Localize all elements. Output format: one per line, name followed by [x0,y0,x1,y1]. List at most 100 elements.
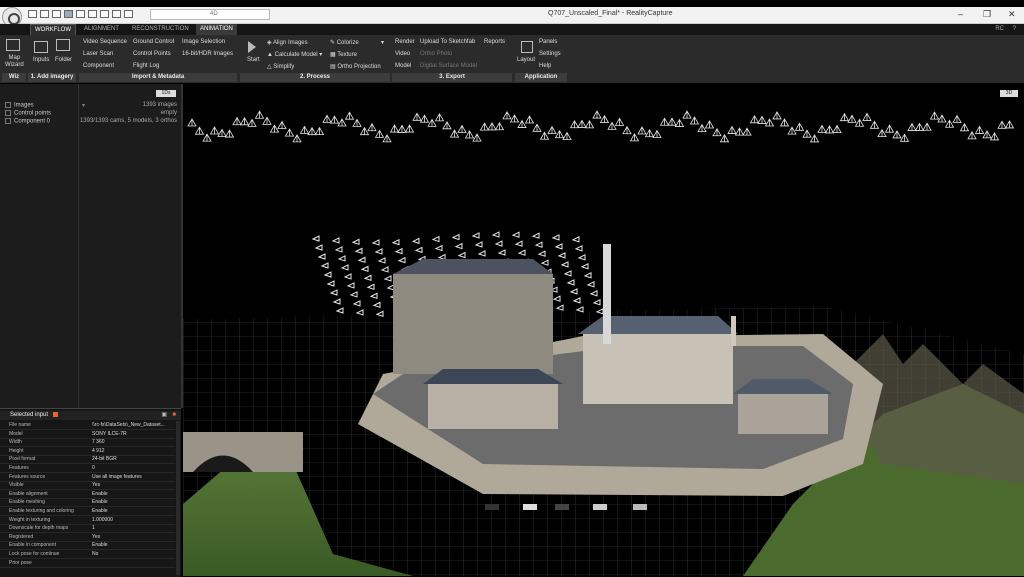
folder-button[interactable]: Folder [55,57,72,63]
3d-viewport[interactable]: 3D [183,84,1024,576]
settings-button[interactable]: Settings [539,51,561,57]
property-value[interactable]: No [92,550,174,558]
calculate-model-icon: ▲ [267,52,275,58]
camera-frustum [247,118,257,127]
component-button[interactable]: Component [83,63,114,69]
image-selection-button[interactable]: Image Selection [182,39,225,45]
property-value[interactable]: 4 912 [92,447,174,455]
tree-item-images[interactable]: Images [5,102,34,109]
ground-control-button[interactable]: Ground Control [133,39,174,45]
start-button[interactable]: Start [247,57,260,63]
help-button[interactable]: Help [539,63,551,69]
property-row[interactable]: Prior pose [0,559,175,568]
ortho-photo-button[interactable]: Ortho Photo [420,51,452,57]
video-button[interactable]: Video [395,51,410,57]
tab-animation[interactable]: ANIMATION [196,24,237,35]
camera-frustum [794,122,805,131]
property-value[interactable]: 1.000000 [92,516,174,524]
property-value[interactable]: Enable [92,490,174,498]
laser-scan-button[interactable]: Laser Scan [83,51,113,57]
ortho-projection-button[interactable]: ▤ Ortho Projection [330,63,381,70]
align-images-button[interactable]: ◈ Align Images [267,39,308,46]
property-value[interactable]: Enable [92,541,174,549]
panels-button[interactable]: Panels [539,39,557,45]
tab-alignment[interactable]: ALIGNMENT [80,24,123,35]
quick-access-icon[interactable] [28,10,37,18]
calculate-model-button[interactable]: ▲ Calculate Model ▾ [267,51,322,58]
expand-icon[interactable] [5,102,11,108]
help-icon[interactable]: ? [1013,24,1016,35]
property-value[interactable]: SONY ILCE-7R [92,430,174,438]
1ds-view-button[interactable]: 1Ds [156,90,176,97]
layout-8-icon[interactable] [124,10,133,18]
inputs-button[interactable]: Inputs [33,57,49,63]
colorize-button[interactable]: ✎ Colorize [330,39,359,46]
layout-1-icon[interactable] [40,10,49,18]
maximize-icon[interactable]: ❐ [983,9,991,20]
property-value[interactable]: Enable [92,498,174,506]
upload-sketchfab-button[interactable]: Upload To Sketchfab [420,39,475,45]
simplify-button[interactable]: △ Simplify [267,63,294,70]
start-icon[interactable] [248,41,260,53]
tree-item-label: Control points [14,110,52,117]
flight-log-button[interactable]: Flight Log [133,63,159,69]
property-value[interactable]: 24-bit BGR [92,455,174,463]
tree-item-component-0[interactable]: Component 0 [5,118,50,125]
column-divider[interactable] [78,84,79,408]
property-key: Height [9,447,24,454]
inputs-icon[interactable] [34,41,48,53]
camera-frustum [534,241,543,248]
camera-frustum [307,126,317,136]
minimize-icon[interactable]: – [958,9,963,20]
pin-icon[interactable]: ▾ [82,102,85,109]
layout-2-icon[interactable] [52,10,61,18]
video-sequence-button[interactable]: Video Sequence [83,39,127,45]
user-label[interactable]: RC [995,24,1004,35]
camera-frustum [592,110,602,119]
control-points-button[interactable]: Control Points [133,51,171,57]
camera-frustum [224,129,235,138]
property-value[interactable]: \\rc-fs\DataSets\_New_Dataset... [92,421,174,429]
panel-close-icon[interactable]: ■ [172,411,176,420]
expand-icon[interactable] [5,118,11,124]
camera-frustum [607,121,617,130]
scrollbar[interactable] [176,421,180,575]
map-wizard-button[interactable]: Map Wizard [5,55,24,69]
property-value[interactable]: Yes [92,481,174,489]
layout-5-icon[interactable] [88,10,97,18]
digital-surface-model-button[interactable]: Digital Surface Model [420,63,477,69]
layout-icon[interactable] [521,41,533,53]
property-value[interactable]: Yes [92,533,174,541]
camera-frustum [269,124,280,133]
tree-item-control-points[interactable]: Control points [5,110,51,117]
layout-7-icon[interactable] [112,10,121,18]
layout-3-icon[interactable] [64,10,73,18]
property-value[interactable]: 0 [92,464,174,472]
camera-frustum [454,242,463,250]
close-icon[interactable]: ✕ [1008,9,1016,20]
camera-frustum [562,131,572,140]
reports-button[interactable]: Reports [484,39,505,45]
layout-button[interactable]: Layout [517,57,535,63]
layout-6-icon[interactable] [100,10,109,18]
folder-icon[interactable] [56,39,70,51]
property-value[interactable]: 7 360 [92,438,174,446]
camera-frustum [329,115,340,124]
map-wizard-icon[interactable] [6,39,20,51]
hdr-images-button[interactable]: 16-bit/HDR Images [182,51,233,57]
tab-reconstruction[interactable]: RECONSTRUCTION [128,24,193,35]
camera-frustum [487,122,497,131]
colorize-dropdown-icon[interactable]: ▾ [381,39,384,46]
layout-4-icon[interactable] [76,10,85,18]
camera-frustum [397,124,407,133]
expand-icon[interactable] [5,110,11,116]
3d-view-button[interactable]: 3D [1000,90,1018,97]
render-button[interactable]: Render [395,39,415,45]
property-value[interactable]: Enable [92,507,174,515]
property-value[interactable]: Use all image features [92,473,174,481]
dock-icon[interactable]: ▣ [161,411,167,420]
property-value[interactable]: 1 [92,524,174,532]
model-button[interactable]: Model [395,63,411,69]
close-panel-icon[interactable] [52,411,58,417]
texture-button[interactable]: ▦ Texture [330,51,357,58]
